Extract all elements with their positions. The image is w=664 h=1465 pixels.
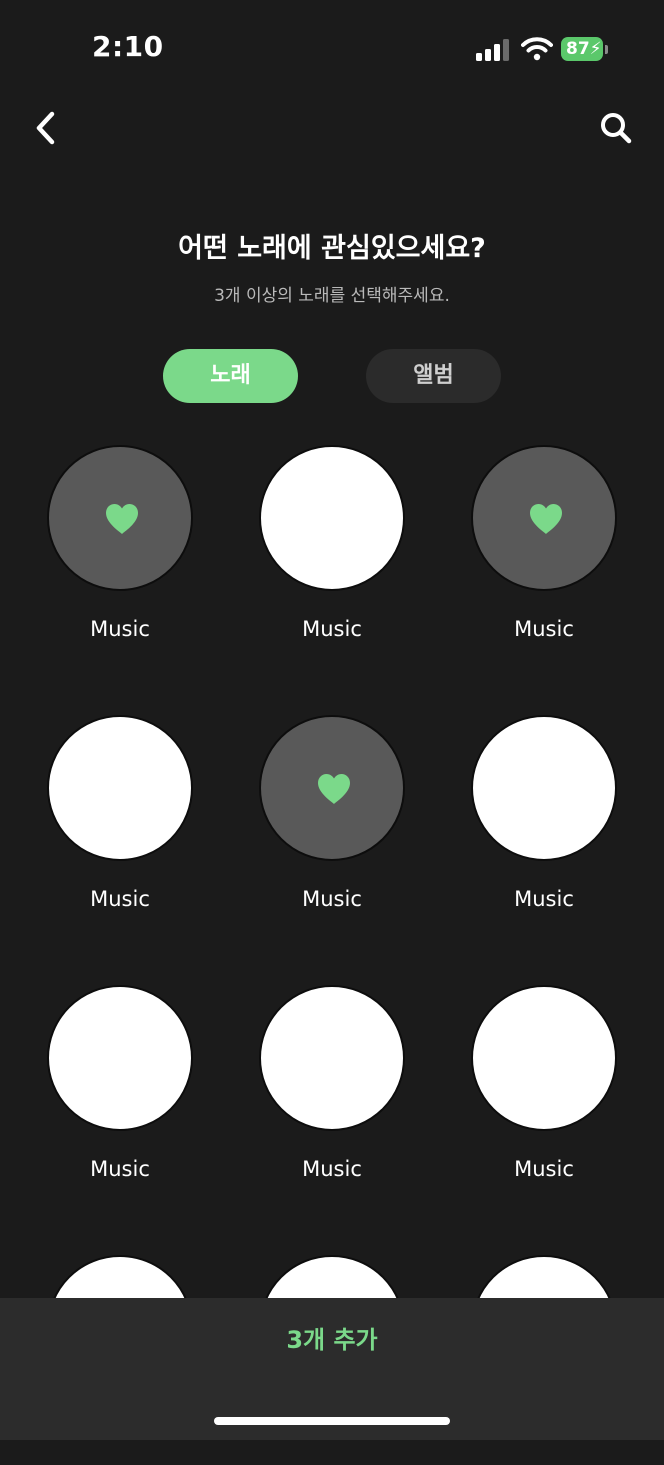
home-indicator bbox=[214, 1417, 450, 1425]
music-cover bbox=[259, 985, 405, 1131]
music-cover bbox=[259, 445, 405, 591]
bottom-bar: 3개 추가 bbox=[0, 1298, 664, 1440]
music-cover bbox=[47, 715, 193, 861]
music-item[interactable]: Music bbox=[30, 445, 210, 655]
music-cover bbox=[259, 715, 405, 861]
music-item-label: Music bbox=[514, 617, 574, 641]
music-item-label: Music bbox=[302, 887, 362, 911]
music-item-label: Music bbox=[90, 887, 150, 911]
music-grid: Music Music Music Music Music Music Musi… bbox=[0, 0, 664, 1440]
music-cover bbox=[471, 445, 617, 591]
music-cover bbox=[471, 985, 617, 1131]
music-item-label: Music bbox=[514, 887, 574, 911]
music-item[interactable]: Music bbox=[242, 445, 422, 655]
add-selected-button[interactable]: 3개 추가 bbox=[182, 1318, 482, 1362]
music-item[interactable]: Music bbox=[30, 715, 210, 925]
music-item-label: Music bbox=[302, 617, 362, 641]
music-cover bbox=[47, 445, 193, 591]
music-item-label: Music bbox=[302, 1157, 362, 1181]
music-item-label: Music bbox=[90, 1157, 150, 1181]
heart-icon bbox=[106, 504, 138, 534]
music-item[interactable]: Music bbox=[30, 985, 210, 1195]
music-item[interactable]: Music bbox=[454, 445, 634, 655]
music-cover bbox=[47, 985, 193, 1131]
music-item[interactable]: Music bbox=[242, 715, 422, 925]
music-item-label: Music bbox=[514, 1157, 574, 1181]
music-cover bbox=[471, 715, 617, 861]
music-item[interactable]: Music bbox=[454, 715, 634, 925]
music-item-label: Music bbox=[90, 617, 150, 641]
music-item[interactable]: Music bbox=[242, 985, 422, 1195]
heart-icon bbox=[530, 504, 562, 534]
heart-icon bbox=[318, 774, 350, 804]
music-item[interactable]: Music bbox=[454, 985, 634, 1195]
